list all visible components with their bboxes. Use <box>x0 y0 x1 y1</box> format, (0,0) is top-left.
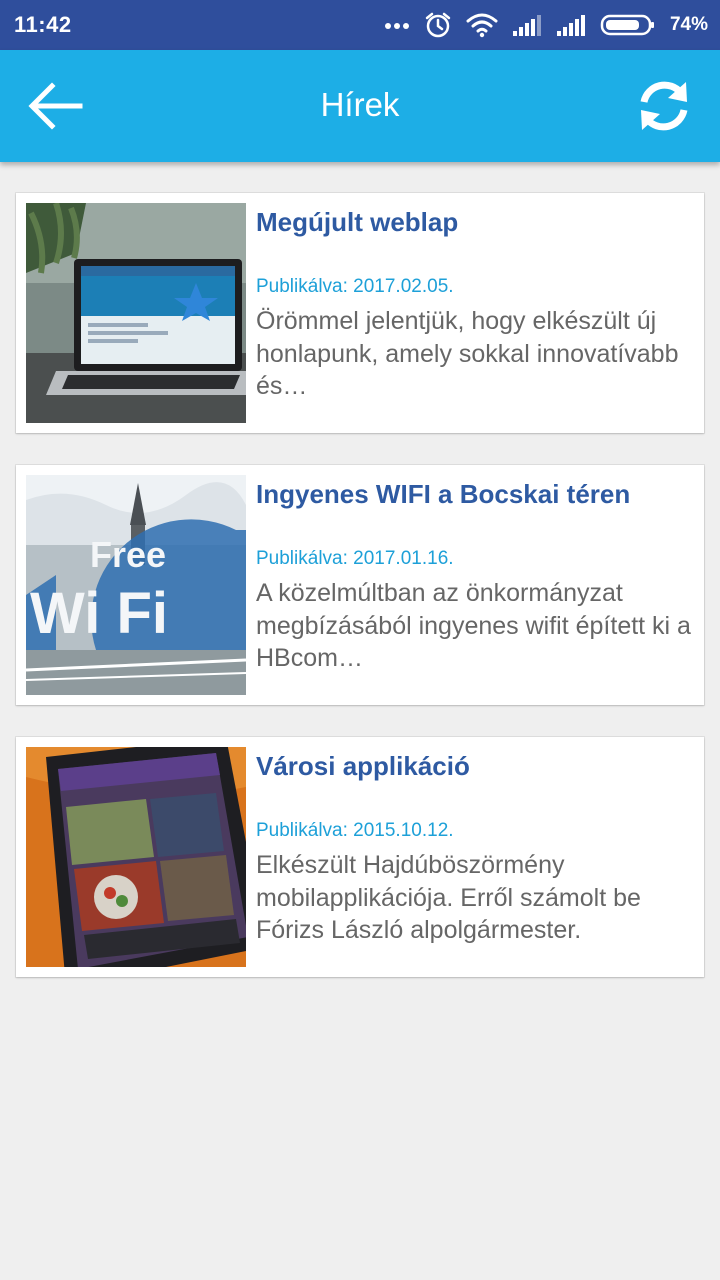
alarm-icon <box>425 12 451 38</box>
wifi-icon <box>466 13 498 38</box>
smartphone-app-image <box>26 747 246 967</box>
refresh-icon <box>640 81 688 131</box>
svg-text:Wi Fi: Wi Fi <box>30 581 168 646</box>
news-card-text: Ingyenes WIFI a Bocskai téren Publikálva… <box>256 477 696 675</box>
refresh-button[interactable] <box>634 76 694 136</box>
battery-icon <box>600 14 654 36</box>
signal-icon <box>556 15 585 36</box>
status-bar: 11:42 74% <box>0 0 720 50</box>
laptop-website-image <box>26 203 246 423</box>
news-list: Megújult weblap Publikálva: 2017.02.05. … <box>16 193 704 1009</box>
news-excerpt: A közelmúltban az önkormányzat megbízásá… <box>256 579 691 672</box>
news-card-text: Városi applikáció Publikálva: 2015.10.12… <box>256 749 696 947</box>
news-date: Publikálva: 2017.01.16. <box>256 548 454 569</box>
news-title: Megújult weblap <box>256 207 459 237</box>
status-icons: 74% <box>384 11 708 39</box>
news-card[interactable]: Városi applikáció Publikálva: 2015.10.12… <box>16 737 704 977</box>
news-title: Ingyenes WIFI a Bocskai téren <box>256 479 631 509</box>
more-dots-icon <box>384 23 409 29</box>
news-excerpt: Örömmel jelentjük, hogy elkészült új hon… <box>256 307 679 400</box>
news-date: Publikálva: 2017.02.05. <box>256 276 454 297</box>
news-date: Publikálva: 2015.10.12. <box>256 820 454 841</box>
news-card[interactable]: Megújult weblap Publikálva: 2017.02.05. … <box>16 193 704 433</box>
app-bar: Hírek <box>0 50 720 162</box>
status-time: 11:42 <box>14 12 72 37</box>
page-title: Hírek <box>320 86 400 123</box>
free-wifi-image: Free Wi Fi <box>26 475 246 695</box>
news-title: Városi applikáció <box>256 751 470 781</box>
news-excerpt: Elkészült Hajdúböszörmény mobilapplikáci… <box>256 851 641 944</box>
wifi-image-text: Free <box>90 534 166 575</box>
battery-percent: 74% <box>669 14 708 35</box>
signal-icon <box>512 15 541 36</box>
news-card[interactable]: Free Wi Fi Ingyenes WIFI a Bocskai téren… <box>16 465 704 705</box>
news-card-text: Megújult weblap Publikálva: 2017.02.05. … <box>256 205 696 403</box>
